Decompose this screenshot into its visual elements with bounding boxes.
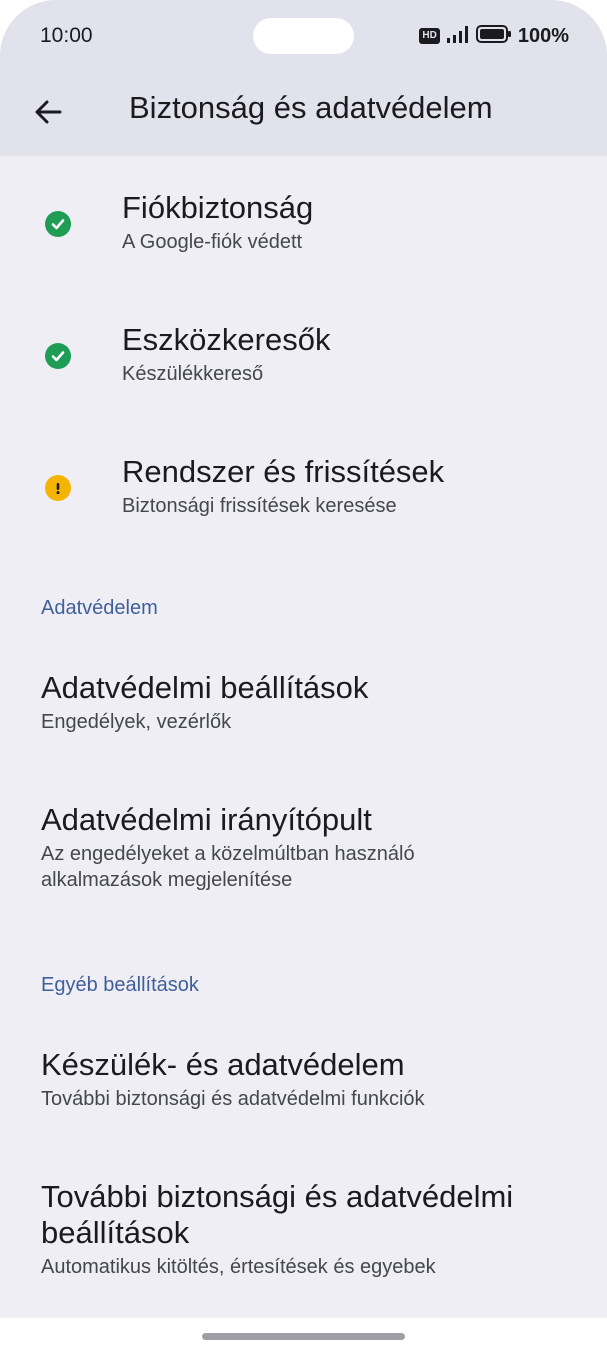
- item-more-security-privacy[interactable]: További biztonsági és adatvédelmi beállí…: [0, 1173, 607, 1313]
- phone-screen: 10:00 HD 100% Biztonság és adatvédelem F…: [0, 0, 607, 1356]
- check-circle-icon: [45, 211, 71, 237]
- item-subtitle-line2: alkalmazások megjelenítése: [41, 869, 293, 891]
- item-privacy-settings[interactable]: Adatvédelmi beállítások Engedélyek, vezé…: [0, 664, 607, 764]
- hd-icon: HD: [419, 28, 440, 44]
- item-title: Adatvédelmi beállítások: [41, 670, 369, 705]
- battery-icon: [475, 24, 512, 49]
- item-account-security[interactable]: Fiókbiztonság A Google-fiók védett: [0, 184, 607, 284]
- item-title: Rendszer és frissítések: [122, 454, 445, 489]
- section-header-other: Egyéb beállítások: [41, 974, 199, 996]
- status-icons: HD 100%: [419, 23, 569, 49]
- item-title-line1: További biztonsági és adatvédelmi: [41, 1179, 514, 1214]
- status-bar: 10:00 HD 100%: [0, 0, 607, 70]
- item-title: Fiókbiztonság: [122, 190, 314, 225]
- item-subtitle: Engedélyek, vezérlők: [41, 711, 232, 733]
- item-subtitle: Biztonsági frissítések keresése: [122, 495, 397, 517]
- item-title: Készülék- és adatvédelem: [41, 1047, 405, 1082]
- item-subtitle: Automatikus kitöltés, értesítések és egy…: [41, 1256, 436, 1278]
- home-indicator[interactable]: [202, 1333, 405, 1340]
- item-privacy-dashboard[interactable]: Adatvédelmi irányítópult Az engedélyeket…: [0, 796, 607, 916]
- back-arrow-icon: [34, 98, 62, 131]
- item-subtitle: A Google-fiók védett: [122, 231, 303, 253]
- item-system-updates[interactable]: Rendszer és frissítések Biztonsági friss…: [0, 448, 607, 548]
- battery-percent: 100%: [517, 24, 569, 47]
- page-title: Biztonság és adatvédelem: [129, 90, 493, 125]
- item-device-finders[interactable]: Eszközkeresők Készülékkereső: [0, 316, 607, 416]
- camera-cutout: [253, 18, 354, 54]
- item-title: Eszközkeresők: [122, 322, 331, 357]
- back-button[interactable]: [22, 88, 74, 140]
- item-title: Adatvédelmi irányítópult: [41, 802, 372, 837]
- item-device-protection[interactable]: Készülék- és adatvédelem További biztons…: [0, 1041, 607, 1141]
- check-circle-icon: [45, 343, 71, 369]
- app-bar: Biztonság és adatvédelem: [0, 70, 607, 156]
- item-subtitle: Készülékkereső: [122, 363, 264, 385]
- warning-circle-icon: [45, 475, 71, 501]
- status-time: 10:00: [40, 24, 93, 47]
- signal-icon: [446, 25, 470, 48]
- item-subtitle-line1: Az engedélyeket a közelmúltban használó: [41, 843, 415, 865]
- item-title-line2: beállítások: [41, 1215, 190, 1250]
- item-subtitle: További biztonsági és adatvédelmi funkci…: [41, 1088, 425, 1110]
- section-header-privacy: Adatvédelem: [41, 597, 158, 619]
